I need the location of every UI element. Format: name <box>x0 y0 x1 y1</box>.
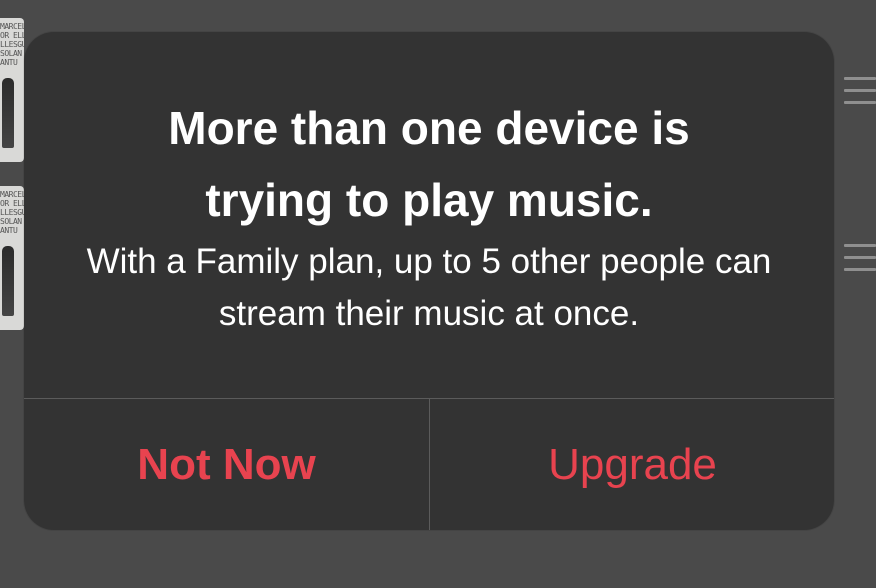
album-artwork-1[interactable]: MARCEL OR ELL LLESGU SOLAN ANTU <box>0 18 24 162</box>
upgrade-button[interactable]: Upgrade <box>430 399 834 530</box>
alert-message: With a Family plan, up to 5 other people… <box>86 242 772 333</box>
album-artwork-text: MARCEL OR ELL LLESGU SOLAN ANTU <box>0 22 24 67</box>
screen: MARCEL OR ELL LLESGU SOLAN ANTU MARCEL O… <box>0 0 876 588</box>
album-artwork-2[interactable]: MARCEL OR ELL LLESGU SOLAN ANTU <box>0 186 24 330</box>
reorder-handle-icon[interactable] <box>844 77 876 111</box>
alert-title: More than one device is trying to play m… <box>168 102 690 226</box>
alert-dialog: More than one device is trying to play m… <box>24 32 834 530</box>
album-figure <box>2 246 14 316</box>
album-figure <box>2 78 14 148</box>
reorder-handle-icon[interactable] <box>844 244 876 278</box>
not-now-button[interactable]: Not Now <box>24 399 429 530</box>
album-artwork-text: MARCEL OR ELL LLESGU SOLAN ANTU <box>0 190 24 235</box>
